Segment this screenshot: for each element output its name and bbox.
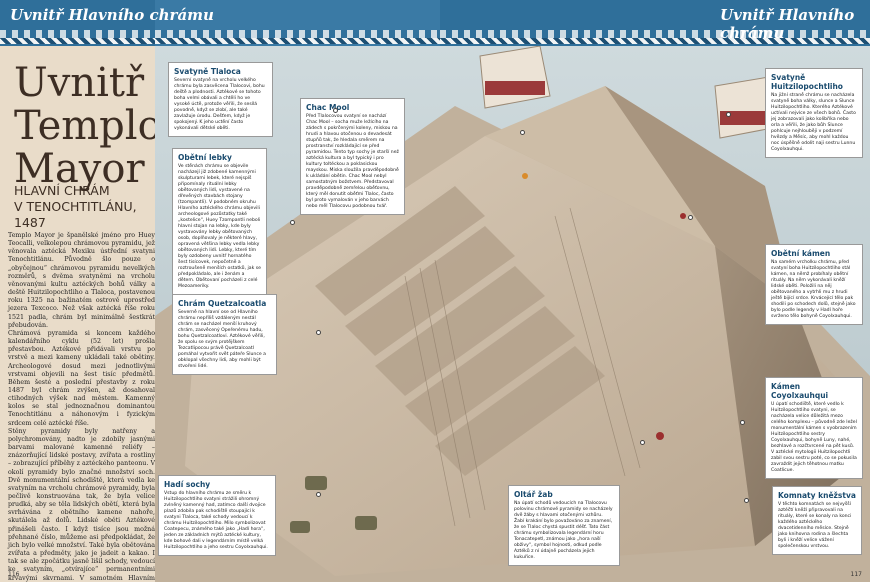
label-text: U úpatí schodiště, které vedlo k Huitzil… [771,402,857,473]
label-text: Vstup do hlavního chrámu ze směru k Huit… [164,491,268,550]
page-number-right: 117 [850,571,862,578]
pin-frog-altar [640,440,645,445]
label-tlaloc-shrine: Svatyně Tlaloca Severní svatyně na vrcho… [168,62,273,137]
label-huitzilopochtli-shrine: Svatyně Huitzilopochtliho Na jižní stran… [765,68,863,158]
subtitle-line-2: v Tenochtitlánu, 1487 [14,199,137,230]
article-body: Templo Mayor je španělské jméno pro Huey… [8,232,155,582]
article-title: Uvnitř Templo Mayor [14,60,162,192]
label-text: Ve stěnách chrámu se objevile nacházejí … [178,164,261,289]
label-chac-mool: Chac Mool Před Tlalocovou svatyní se nac… [300,98,405,215]
label-text: Severní svatyně na vrcholu velkého chrám… [174,78,265,131]
label-title: Komnaty kněžstva [778,491,856,500]
magazine-spread: Uvnitř Hlavního chrámu Uvnitř Hlavního c… [0,0,870,582]
pin-sacrificial-stone [688,215,693,220]
label-title: Kámen Coyolxauhqui [771,382,829,400]
label-text: Na samém vrcholku chrámu, před svatyní b… [771,260,856,319]
label-title: Chac Mool [306,103,350,112]
label-title: Obětní lebky [178,153,232,162]
pin-huitzilopochtli [726,112,731,117]
label-sacrificial-skulls: Obětní lebky Ve stěnách chrámu se objevi… [172,148,267,295]
section-title-right: Uvnitř Hlavního chrámu [720,6,855,42]
label-text: Na jižní straně chrámu se nacházela svat… [771,93,856,152]
subtitle-line-1: Hlavní chrám [14,183,110,198]
pin-chac-mool [520,130,525,135]
label-serpent-sculptures: Hadí sochy Vstup do hlavního chrámu ze s… [158,475,276,556]
label-sacrificial-stone: Obětní kámen Na samém vrcholku chrámu, p… [765,244,863,325]
label-text: V těchto komnatách se nejvyšší aztéčtí k… [778,502,852,549]
label-title: Svatyně Huitzilopochtliho [771,73,843,91]
label-title: Chrám Quetzalcoatla [178,299,267,308]
pin-priest-chambers [744,498,749,503]
pin-coyolxauhqui [740,420,745,425]
label-title: Svatyně Tlaloca [174,67,241,76]
pin-quetzalcoatl [316,330,321,335]
label-quetzalcoatl-temple: Chrám Quetzalcoatla Severně na hlavní os… [172,294,277,375]
label-title: Obětní kámen [771,249,831,258]
label-text: Na úpatí schodů vedoucích na Tlalocovu p… [514,501,613,560]
article-subtitle: Hlavní chrám v Tenochtitlánu, 1487 [14,183,159,231]
label-priest-chambers: Komnaty kněžstva V těchto komnatách se n… [772,486,862,555]
label-text: Severně na hlavní ose od Hlavního chrámu… [178,310,266,369]
pin-skulls [290,220,295,225]
label-frog-altar: Oltář žab Na úpatí schodů vedoucích na T… [508,485,620,566]
section-title-left: Uvnitř Hlavního chrámu [10,6,214,24]
pin-serpents [316,492,321,497]
label-coyolxauhqui-stone: Kámen Coyolxauhqui U úpatí schodiště, kt… [765,377,863,479]
label-title: Hadí sochy [164,480,211,489]
label-title: Oltář žab [514,490,553,499]
page-number-left: 116 [8,571,20,578]
label-text: Před Tlalocovou svatyní se nachází Chac … [306,114,399,209]
pin-tlaloc [333,108,338,113]
